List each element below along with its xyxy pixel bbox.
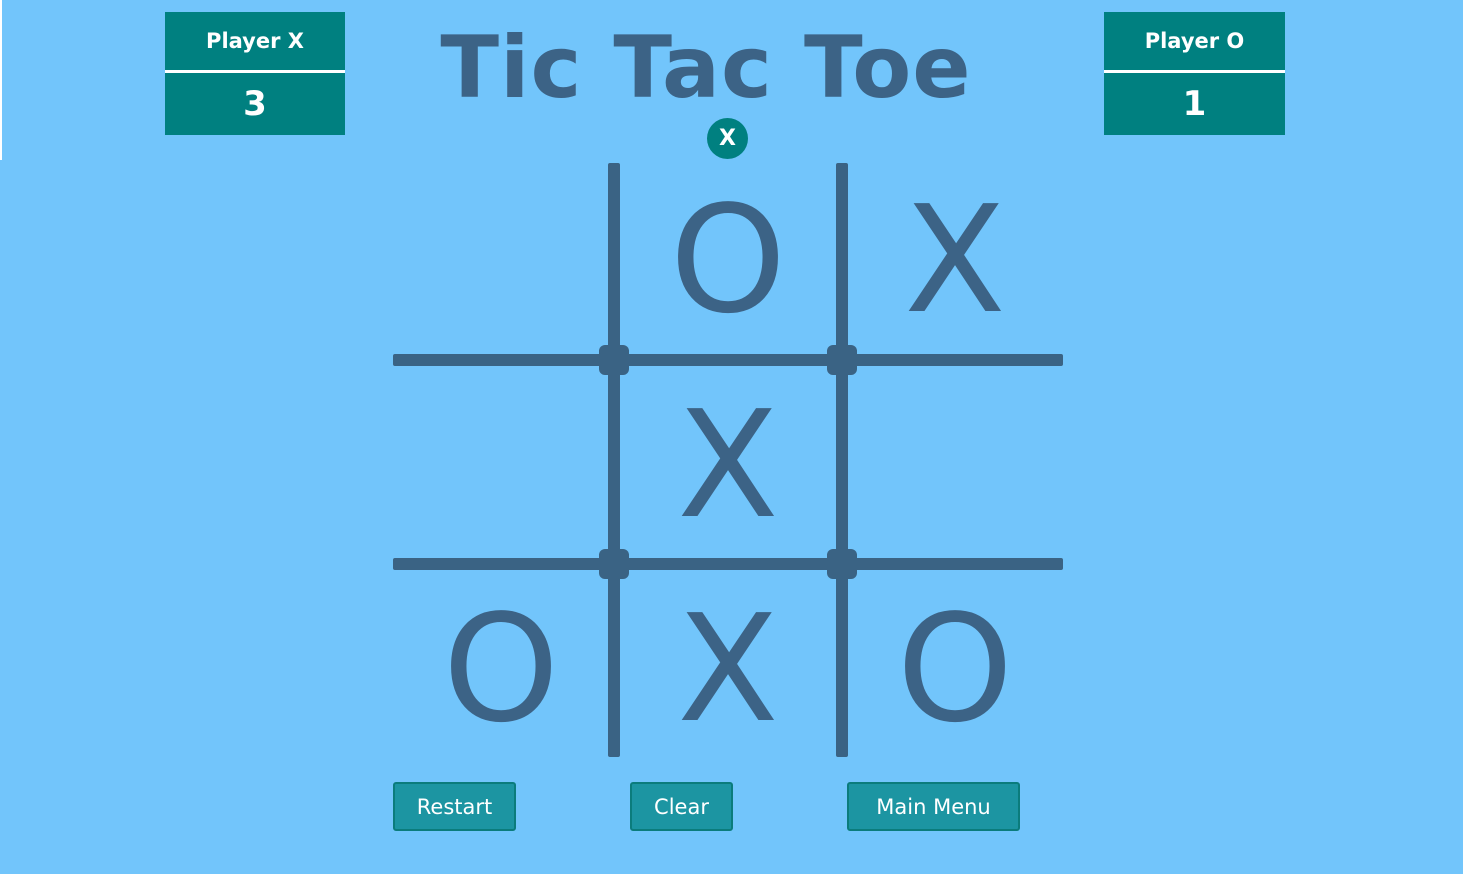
main-menu-button[interactable]: Main Menu: [847, 782, 1020, 831]
game-title: Tic Tac Toe: [440, 18, 972, 118]
player-o-score: 1: [1182, 84, 1207, 124]
grid-joint: [827, 549, 857, 579]
grid-line-horizontal-1: [393, 354, 1063, 366]
grid-line-vertical-2: [836, 163, 848, 757]
grid-joint: [599, 345, 629, 375]
grid-line-vertical-1: [608, 163, 620, 757]
cell-r2-c2[interactable]: X: [628, 370, 828, 560]
window-edge: [0, 0, 2, 160]
cell-r3-c3[interactable]: O: [855, 574, 1055, 764]
clear-button[interactable]: Clear: [630, 782, 733, 831]
player-x-scorecard: Player X 3: [165, 12, 345, 135]
restart-button[interactable]: Restart: [393, 782, 516, 831]
grid-joint: [827, 345, 857, 375]
player-x-name: Player X: [206, 29, 304, 53]
player-o-name: Player O: [1144, 29, 1245, 53]
player-x-score: 3: [243, 84, 267, 124]
current-turn-badge: X: [707, 118, 748, 159]
game-board: O X X O X O: [393, 163, 1063, 757]
cell-r1-c2[interactable]: O: [628, 165, 828, 355]
cell-r1-c1[interactable]: [401, 165, 601, 355]
cell-r2-c1[interactable]: [401, 370, 601, 560]
cell-r3-c2[interactable]: X: [628, 574, 828, 764]
cell-r3-c1[interactable]: O: [401, 574, 601, 764]
grid-joint: [599, 549, 629, 579]
player-o-scorecard: Player O 1: [1104, 12, 1285, 135]
cell-r2-c3[interactable]: [855, 370, 1055, 560]
cell-r1-c3[interactable]: X: [855, 165, 1055, 355]
